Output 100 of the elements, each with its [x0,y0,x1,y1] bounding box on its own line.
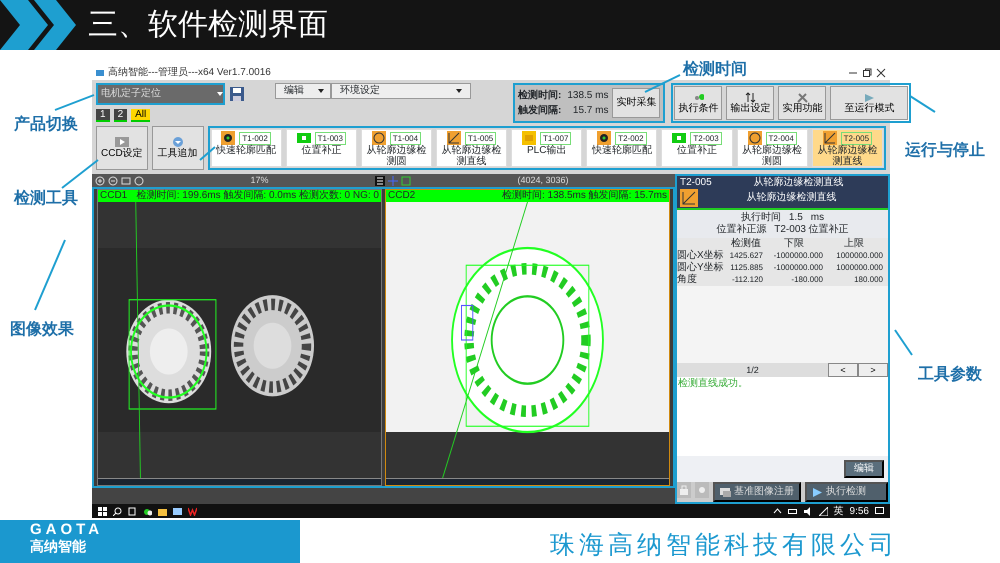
fit-icon[interactable] [121,176,131,186]
panel-button[interactable]: 基准图像注册 [713,482,801,502]
tool-code: T2-005 [680,177,712,189]
folder-icon[interactable] [158,506,167,516]
tool-code: T1-003 [314,132,346,144]
clock: 9:56 [850,504,869,518]
next-button[interactable]: > [858,363,888,377]
company-name: 珠海高纳智能科技有限公司 [550,529,898,561]
table-cell-text: 1000000.000 [835,250,884,262]
product-dropdown[interactable]: 电机定子定位 [98,85,223,103]
tool-item[interactable]: T1-007 PLC输出 [511,129,582,167]
table-cell-text: 1000000.000 [835,262,884,274]
tool-item[interactable]: T2-003 位置补正 [661,129,733,167]
panel-button[interactable]: 执行检测 [805,482,888,502]
annotation-label: 工具参数 [918,364,982,385]
tool-item[interactable]: T1-002 快速轮廓匹配 [210,129,282,167]
column-header: 下限 [783,238,805,250]
target-icon [296,131,311,145]
speaker-icon[interactable] [804,506,813,516]
tool-item[interactable]: T2-005 从轮廓边缘检测直线 [812,129,883,167]
info-value: 1.5 [788,212,803,224]
zoom-reset-icon[interactable] [134,176,144,186]
play-icon [812,486,823,498]
tool-name: 快速轮廓匹配 [216,145,276,156]
table-cell-text: -112.120 [731,274,764,286]
camera-icon [114,136,130,148]
menu-dropdown[interactable]: 编辑 [275,83,331,99]
chat-icon[interactable] [143,506,152,516]
tool-code: T2-004 [766,132,797,144]
annotation-label: 检测时间 [683,60,747,80]
w-icon[interactable] [188,506,197,516]
close-icon[interactable] [876,68,886,78]
frame-icon[interactable] [400,176,411,186]
tool-item[interactable]: T2-002 快速轮廓匹配 [586,129,658,167]
panel-title: 从轮廓边缘检测直线 [752,177,844,189]
camera-tab[interactable]: 1 [96,109,110,122]
status-message: 检测直线成功。 [677,377,749,391]
start-icon[interactable] [98,506,107,516]
zoom-in-icon[interactable] [95,176,105,186]
circle-icon [748,131,762,145]
tool-code: T2-003 [690,132,722,144]
table-cell-text: -1000000.000 [772,262,824,274]
menu-dropdown[interactable]: 环境设定 [331,83,471,99]
info-label: 执行时间 [740,212,781,224]
match-icon [597,131,612,145]
action-button[interactable]: 实用功能 [778,86,826,120]
cursor-coordinates: (4024, 3036) [516,174,570,187]
action-button[interactable]: 至运行模式 [830,86,908,120]
tool-name: 从轮廓边缘检测直线 [440,145,503,167]
task-view-icon[interactable] [128,506,137,516]
panel-subtitle: 从轮廓边缘检测直线 [746,192,838,204]
tool-item[interactable]: T1-004 从轮廓边缘检测圆 [360,129,432,167]
previous-button[interactable]: < [828,363,858,377]
monitor-icon [720,486,731,498]
table-cell-text: 圆心X坐标 [677,250,725,262]
action-button[interactable]: 输出设定 [726,86,774,120]
search-icon[interactable] [113,506,122,516]
camera-tab[interactable]: 2 [114,109,128,122]
input-method[interactable]: 英 [834,504,844,518]
edit-button[interactable]: 编辑 [844,460,884,478]
tool-button[interactable]: CCD设定 [96,126,148,170]
scrollbar[interactable] [386,478,669,485]
table-cell-text: 角度 [677,274,698,286]
action-button[interactable]: 执行条件 [674,86,722,120]
tool-item[interactable]: T1-005 从轮廓边缘检测直线 [436,129,508,167]
battery-icon[interactable] [788,506,798,516]
scrollbar[interactable] [98,478,381,485]
page-indicator: 1/2 [745,364,760,376]
leader-line [894,329,913,356]
match-icon [221,131,236,145]
save-icon[interactable] [229,86,245,102]
circle-icon [372,131,386,145]
tool-button[interactable]: 工具追加 [152,126,204,170]
camera-stats: 检测时间: 199.6ms 触发间隔: 0.0ms 检测次数: 0 NG: 0 [136,190,379,202]
tool-name: 从轮廓边缘检测直线 [816,145,878,167]
network-icon[interactable] [818,506,828,516]
timing-label: 触发间隔: [518,104,562,118]
app-icon[interactable] [173,506,182,516]
brand-logo: GAOTA [30,522,104,538]
arrows-icon [744,92,756,102]
live-capture-button[interactable]: 实时采集 [612,88,660,118]
zoom-out-icon[interactable] [108,176,118,186]
notification-icon[interactable] [875,506,884,516]
timing-value: 15.7 ms [572,104,608,118]
leader-line [61,159,99,189]
grid-icon[interactable] [374,176,385,186]
caret-icon [318,89,324,93]
leader-line [34,240,66,310]
tool-name: 从轮廓边缘检测圆 [741,145,804,167]
table-cell-text: 1125.885 [729,262,764,274]
tool-item[interactable]: T2-004 从轮廓边缘检测圆 [736,129,808,167]
restore-icon[interactable] [862,68,872,78]
tool-item[interactable]: T1-003 位置补正 [286,129,357,167]
annotation-label: 图像效果 [10,320,74,340]
camera-tab[interactable]: All [131,109,150,122]
play-icon [864,92,875,102]
annotation-label: 产品切换 [14,114,78,135]
chevron-up-icon[interactable] [772,506,782,516]
caret-icon [456,89,462,93]
camera-name: CCD2 [388,190,416,202]
